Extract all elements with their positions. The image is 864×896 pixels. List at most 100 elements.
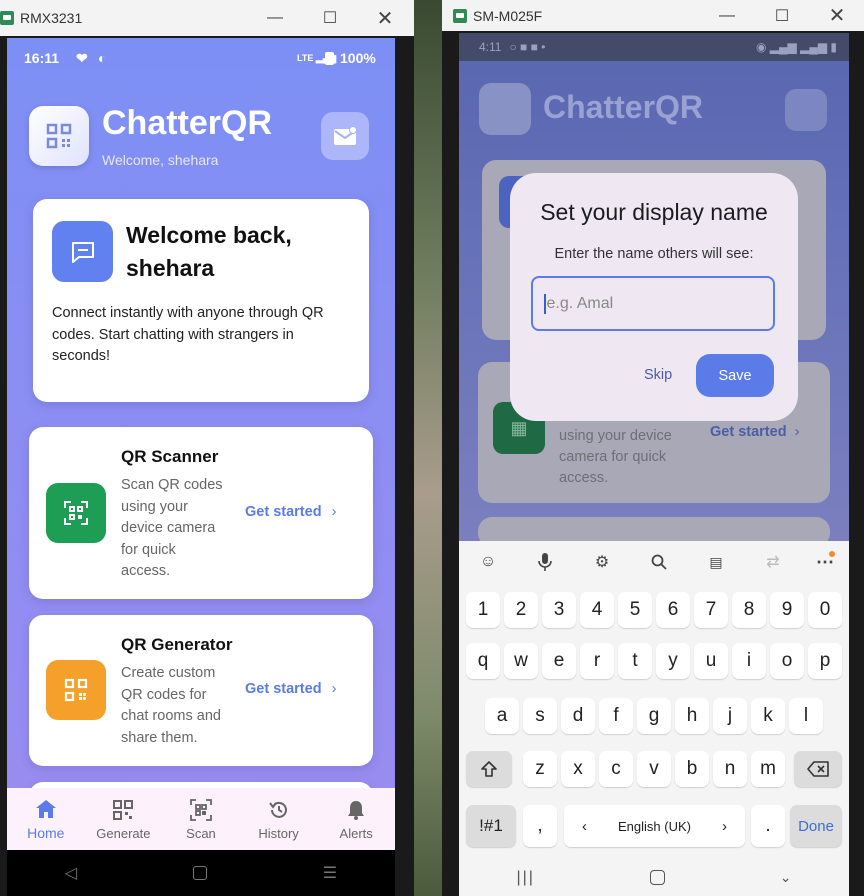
minimize-button[interactable]: — (704, 0, 750, 31)
key-x[interactable]: x (561, 751, 595, 787)
skip-button[interactable]: Skip (644, 367, 672, 383)
search-button[interactable] (644, 549, 674, 575)
display-name-input[interactable]: e.g. Amal (531, 276, 775, 331)
key-n[interactable]: n (713, 751, 747, 787)
comma-key[interactable]: , (523, 805, 557, 847)
shift-key[interactable] (466, 751, 512, 787)
voice-input-button[interactable] (530, 549, 560, 575)
key-l[interactable]: l (789, 698, 823, 734)
back-button[interactable]: ◁ (65, 863, 77, 883)
desc-line: using your (121, 498, 188, 515)
key-3[interactable]: 3 (542, 592, 576, 628)
qr-generator-title: QR Generator (121, 635, 233, 654)
messages-button[interactable] (785, 89, 827, 131)
key-v[interactable]: v (637, 751, 671, 787)
keyboard-settings-button[interactable]: ⚙ (587, 549, 617, 575)
maximize-button[interactable]: ☐ (307, 0, 353, 36)
key-t[interactable]: t (618, 643, 652, 679)
key-m[interactable]: m (751, 751, 785, 787)
emoji-button[interactable]: ☺ (473, 549, 503, 575)
qr-scan-icon (64, 501, 88, 525)
keyboard-language: English (UK) (618, 818, 691, 834)
qr-scanner-card[interactable]: QR Scanner Scan QR codes using your devi… (29, 427, 373, 599)
key-o[interactable]: o (770, 643, 804, 679)
scanner-get-started[interactable]: Get started › (710, 424, 799, 440)
generator-icon-badge (46, 660, 106, 720)
chevron-right-icon: › (794, 424, 800, 440)
nav-home[interactable]: Home (7, 788, 85, 850)
key-d[interactable]: d (561, 698, 595, 734)
dialog-prompt: Enter the name others will see: (554, 246, 754, 262)
nav-generate[interactable]: Generate (85, 788, 163, 850)
desc-line: chat rooms and (121, 708, 221, 724)
more-options-button[interactable]: ⋯ (810, 549, 840, 575)
key-r[interactable]: r (580, 643, 614, 679)
bottom-navigation: Home Generate Scan History Alerts (7, 788, 395, 850)
save-button[interactable]: Save (696, 354, 774, 397)
clipboard-button[interactable]: ⇄ (758, 549, 788, 575)
close-button[interactable]: ✕ (814, 0, 860, 31)
menu-button[interactable]: ☰ (323, 863, 337, 883)
key-q[interactable]: q (466, 643, 500, 679)
period-key[interactable]: . (751, 805, 785, 847)
get-started-label: Get started (710, 424, 787, 440)
qr-generator-card[interactable]: QR Generator Create custom QR codes for … (29, 615, 373, 766)
key-b[interactable]: b (675, 751, 709, 787)
translate-button[interactable]: ▤ (701, 549, 731, 575)
input-placeholder: e.g. Amal (546, 294, 614, 312)
system-status-icons: ◉ ▂▄▆ ▂▄▆ ▮ (756, 40, 837, 54)
key-c[interactable]: c (599, 751, 633, 787)
symbols-key[interactable]: !#1 (466, 805, 516, 847)
key-z[interactable]: z (523, 751, 557, 787)
home-button[interactable] (192, 866, 207, 880)
key-p[interactable]: p (808, 643, 842, 679)
maximize-button[interactable]: ☐ (759, 0, 805, 31)
key-f[interactable]: f (599, 698, 633, 734)
android-nav-bar: ||| ⌄ (459, 859, 849, 896)
desc-line: camera for quick (559, 449, 667, 465)
key-8[interactable]: 8 (732, 592, 766, 628)
key-y[interactable]: y (656, 643, 690, 679)
key-u[interactable]: u (694, 643, 728, 679)
key-k[interactable]: k (751, 698, 785, 734)
space-key[interactable]: ‹ English (UK) › (564, 805, 745, 847)
key-2[interactable]: 2 (504, 592, 538, 628)
nav-alerts[interactable]: Alerts (317, 788, 395, 850)
minimize-button[interactable]: — (252, 0, 298, 36)
key-w[interactable]: w (504, 643, 538, 679)
qr-generator-get-started[interactable]: Get started › (245, 681, 336, 697)
close-button[interactable]: ✕ (362, 0, 408, 36)
battery-icon (325, 51, 334, 65)
scanner-description: using your device camera for quick acces… (559, 426, 672, 489)
messages-button[interactable] (321, 112, 369, 160)
key-5[interactable]: 5 (618, 592, 652, 628)
scanner-icon-badge (46, 483, 106, 543)
nav-label: Scan (186, 826, 216, 841)
welcome-heading: Welcome back, shehara (126, 219, 292, 285)
backspace-key[interactable] (794, 751, 842, 787)
key-6[interactable]: 6 (656, 592, 690, 628)
key-j[interactable]: j (713, 698, 747, 734)
key-e[interactable]: e (542, 643, 576, 679)
key-h[interactable]: h (675, 698, 709, 734)
hide-keyboard-button[interactable]: ⌄ (780, 869, 792, 886)
left-emulator-window: RMX3231 — ☐ ✕ 16:11 ❤ ◐ LTE ▂▄▆ 100% Cha… (0, 0, 414, 896)
recents-button[interactable]: ||| (516, 869, 534, 887)
key-9[interactable]: 9 (770, 592, 804, 628)
key-g[interactable]: g (637, 698, 671, 734)
app-subtitle: Welcome, shehara (102, 152, 219, 168)
key-1[interactable]: 1 (466, 592, 500, 628)
home-button[interactable] (649, 870, 665, 885)
key-s[interactable]: s (523, 698, 557, 734)
nav-scan[interactable]: Scan (162, 788, 240, 850)
key-0[interactable]: 0 (808, 592, 842, 628)
chevron-right-icon: › (331, 504, 337, 520)
desc-line: access. (559, 470, 609, 486)
key-i[interactable]: i (732, 643, 766, 679)
key-7[interactable]: 7 (694, 592, 728, 628)
nav-history[interactable]: History (240, 788, 318, 850)
done-key[interactable]: Done (790, 805, 842, 847)
key-a[interactable]: a (485, 698, 519, 734)
qr-scanner-get-started[interactable]: Get started › (245, 504, 336, 520)
key-4[interactable]: 4 (580, 592, 614, 628)
